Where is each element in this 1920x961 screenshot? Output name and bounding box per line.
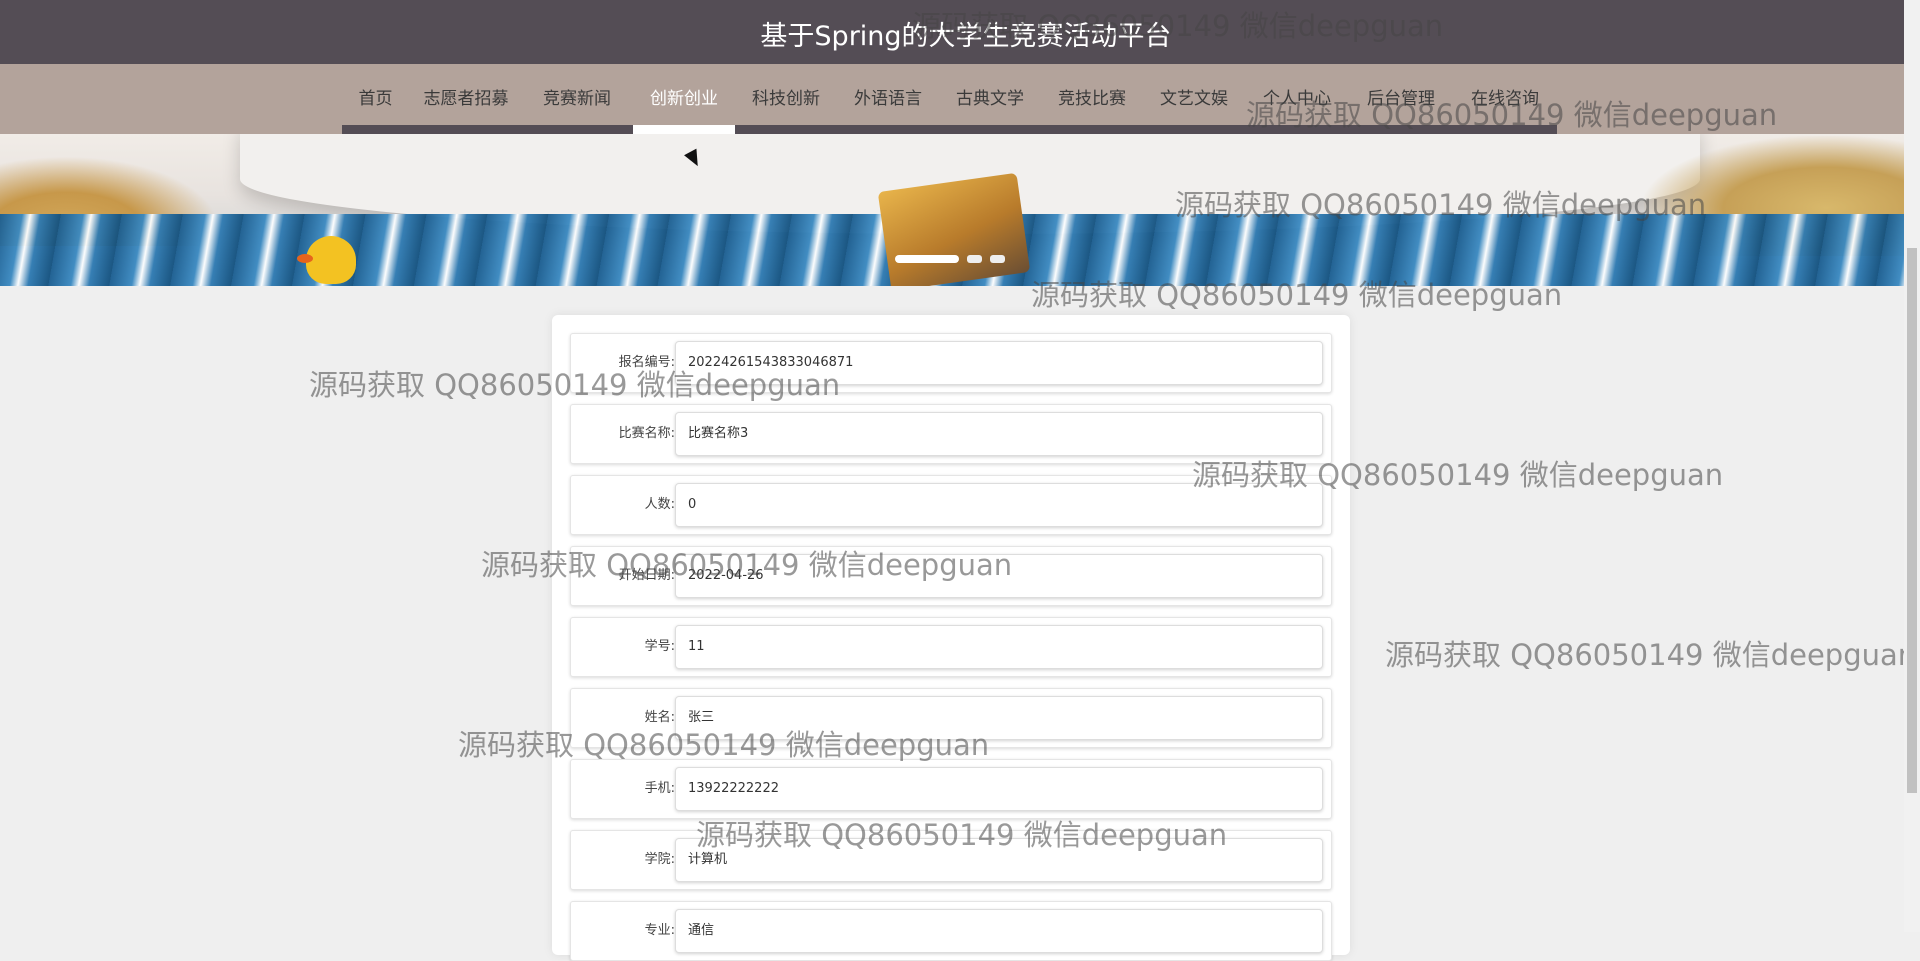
form-row-phone: 手机: 13922222222: [570, 759, 1332, 819]
form-row-college: 学院: 计算机: [570, 830, 1332, 890]
nav-item-volunteer[interactable]: 志愿者招募: [411, 64, 521, 134]
nav-item-admin[interactable]: 后台管理: [1349, 64, 1453, 134]
field-label: 姓名:: [644, 710, 675, 725]
field-label: 学院:: [644, 852, 675, 867]
form-row-major: 专业: 通信: [570, 901, 1332, 961]
nav-item-consult[interactable]: 在线咨询: [1453, 64, 1557, 134]
form-row-start-date: 开始日期: 2022-04-26: [570, 546, 1332, 606]
banner-image-book: [877, 172, 1031, 286]
field-label: 报名编号:: [618, 355, 675, 370]
start-date-field[interactable]: 2022-04-26: [675, 554, 1323, 598]
nav-item-profile[interactable]: 个人中心: [1245, 64, 1349, 134]
carousel-indicators: [895, 255, 1005, 263]
nav-item-home[interactable]: 首页: [342, 64, 409, 134]
nav-item-tech[interactable]: 科技创新: [735, 64, 837, 134]
field-label: 开始日期:: [618, 568, 675, 583]
name-field[interactable]: 张三: [675, 696, 1323, 740]
major-field[interactable]: 通信: [675, 909, 1323, 953]
carousel-dot-2[interactable]: [967, 255, 982, 263]
registration-detail-form: 报名编号: 20224261543833046871 比赛名称: 比赛名称3 人…: [552, 315, 1350, 961]
main-nav: 首页 志愿者招募 竞赛新闻 创新创业 科技创新 外语语言 古典文学 竞技比赛 文…: [0, 64, 1904, 134]
field-label: 比赛名称:: [618, 426, 675, 441]
form-row-registration-id: 报名编号: 20224261543833046871: [570, 333, 1332, 393]
nav-item-innovation[interactable]: 创新创业: [633, 64, 735, 134]
contest-name-field[interactable]: 比赛名称3: [675, 412, 1323, 456]
form-row-student-id: 学号: 11: [570, 617, 1332, 677]
site-header: 基于Spring的大学生竞赛活动平台: [0, 0, 1904, 64]
field-label: 学号:: [644, 639, 675, 654]
form-row-name: 姓名: 张三: [570, 688, 1332, 748]
headcount-field[interactable]: 0: [675, 483, 1323, 527]
banner-carousel[interactable]: [0, 134, 1904, 286]
watermark: 源码获取 QQ86050149 微信deepguan: [1385, 638, 1917, 672]
scrollbar-thumb[interactable]: [1907, 248, 1917, 793]
phone-field[interactable]: 13922222222: [675, 767, 1323, 811]
form-row-headcount: 人数: 0: [570, 475, 1332, 535]
form-row-contest-name: 比赛名称: 比赛名称3: [570, 404, 1332, 464]
field-label: 专业:: [644, 923, 675, 938]
banner-image-duck: [297, 236, 356, 284]
page-scrollbar[interactable]: [1904, 0, 1920, 932]
field-label: 人数:: [644, 497, 675, 512]
carousel-dot-3[interactable]: [990, 255, 1005, 263]
site-title: 基于Spring的大学生竞赛活动平台: [760, 20, 1172, 52]
registration-id-field[interactable]: 20224261543833046871: [675, 341, 1323, 385]
carousel-dot-1[interactable]: [895, 255, 959, 263]
nav-item-news[interactable]: 竞赛新闻: [521, 64, 633, 134]
field-label: 手机:: [644, 781, 675, 796]
college-field[interactable]: 计算机: [675, 838, 1323, 882]
nav-item-literature[interactable]: 古典文学: [939, 64, 1041, 134]
nav-item-arts[interactable]: 文艺文娱: [1143, 64, 1245, 134]
nav-item-competition[interactable]: 竞技比赛: [1041, 64, 1143, 134]
student-id-field[interactable]: 11: [675, 625, 1323, 669]
nav-item-language[interactable]: 外语语言: [837, 64, 939, 134]
